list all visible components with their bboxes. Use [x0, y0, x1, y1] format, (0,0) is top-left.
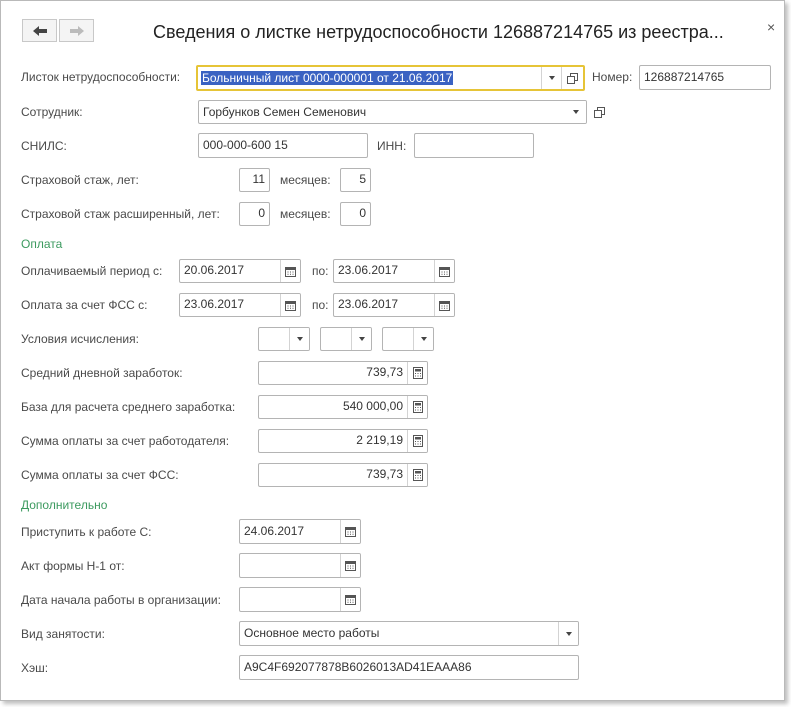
calculator-icon[interactable] [407, 362, 427, 384]
employee-value: Горбунков Семен Семенович [203, 105, 367, 119]
number-field[interactable]: 126887214765 [639, 65, 771, 90]
back-button[interactable] [22, 19, 57, 42]
period-to-value: 23.06.2017 [338, 263, 399, 277]
forward-button[interactable] [59, 19, 94, 42]
additional-section-title: Дополнительно [21, 498, 108, 512]
return-label: Приступить к работе С: [21, 525, 152, 539]
insurance-months-label: месяцев: [280, 173, 331, 187]
ext-insurance-months-label: месяцев: [280, 207, 331, 221]
chevron-down-icon[interactable] [413, 328, 433, 350]
act-date-field[interactable]: . . [239, 553, 361, 578]
hash-label: Хэш: [21, 661, 49, 675]
calendar-icon[interactable] [340, 588, 360, 611]
conditions-label: Условия исчисления: [21, 332, 139, 346]
calendar-icon[interactable] [280, 294, 300, 316]
arrow-left-icon [32, 25, 47, 36]
return-date-field[interactable]: 24.06.2017 [239, 519, 361, 544]
sick-leave-field[interactable]: Больничный лист 0000-000001 от 21.06.201… [196, 65, 585, 91]
period-from-value: 20.06.2017 [184, 263, 245, 277]
insurance-years-field[interactable]: 11 [239, 168, 270, 192]
inn-label: ИНН: [377, 139, 407, 153]
number-label: Номер: [592, 70, 633, 84]
close-icon[interactable]: × [767, 19, 775, 35]
ext-insurance-years-label: Страховой стаж расширенный, лет: [21, 207, 220, 221]
return-date-value: 24.06.2017 [244, 524, 305, 538]
calculator-icon[interactable] [407, 396, 427, 418]
calendar-icon[interactable] [340, 554, 360, 577]
inn-field[interactable] [414, 133, 534, 158]
start-date-field[interactable]: . . [239, 587, 361, 612]
base-field[interactable]: 540 000,00 [258, 395, 428, 419]
hash-field[interactable]: A9C4F692077878B6026013AD41EAAA86 [239, 655, 579, 680]
fss-to-field[interactable]: 23.06.2017 [333, 293, 455, 317]
sick-leave-details-window: Сведения о листке нетрудоспособности 126… [0, 0, 785, 701]
chevron-down-icon[interactable] [558, 622, 578, 645]
ext-insurance-months-field[interactable]: 0 [340, 202, 371, 226]
calendar-icon[interactable] [434, 294, 454, 316]
chevron-down-icon[interactable] [351, 328, 371, 350]
sick-leave-label: Листок нетрудоспособности: [21, 70, 181, 84]
base-value: 540 000,00 [342, 399, 403, 413]
employment-value: Основное место работы [244, 626, 380, 640]
payment-section-title: Оплата [21, 237, 63, 251]
avg-daily-field[interactable]: 739,73 [258, 361, 428, 385]
chevron-down-icon[interactable] [541, 67, 561, 89]
period-to-field[interactable]: 23.06.2017 [333, 259, 455, 283]
period-from-field[interactable]: 20.06.2017 [179, 259, 301, 283]
base-label: База для расчета среднего заработка: [21, 400, 236, 414]
arrow-right-icon [69, 25, 84, 36]
calendar-icon[interactable] [340, 520, 360, 543]
window-title: Сведения о листке нетрудоспособности 126… [153, 22, 724, 42]
chevron-down-icon[interactable] [289, 328, 309, 350]
calculator-icon[interactable] [407, 430, 427, 452]
start-label: Дата начала работы в организации: [21, 593, 221, 607]
employer-sum-value: 2 219,19 [356, 433, 403, 447]
period-label: Оплачиваемый период с: [21, 264, 163, 278]
employer-sum-label: Сумма оплаты за счет работодателя: [21, 434, 230, 448]
open-form-icon[interactable] [561, 67, 583, 89]
fss-to-label: по: [312, 298, 329, 312]
fss-to-value: 23.06.2017 [338, 297, 399, 311]
insurance-months-field[interactable]: 5 [340, 168, 371, 192]
act-label: Акт формы Н-1 от: [21, 559, 125, 573]
snils-field[interactable]: 000-000-600 15 [198, 133, 368, 158]
ext-insurance-years-field[interactable]: 0 [239, 202, 270, 226]
condition-select-2[interactable] [320, 327, 372, 351]
insurance-years-label: Страховой стаж, лет: [21, 173, 139, 187]
condition-select-1[interactable] [258, 327, 310, 351]
condition-select-3[interactable] [382, 327, 434, 351]
fss-sum-field[interactable]: 739,73 [258, 463, 428, 487]
period-to-label: по: [312, 264, 329, 278]
calculator-icon[interactable] [407, 464, 427, 486]
fss-sum-value: 739,73 [366, 467, 403, 481]
avg-daily-label: Средний дневной заработок: [21, 366, 183, 380]
employment-select[interactable]: Основное место работы [239, 621, 579, 646]
calendar-icon[interactable] [280, 260, 300, 282]
calendar-icon[interactable] [434, 260, 454, 282]
fss-label: Оплата за счет ФСС с: [21, 298, 148, 312]
open-form-icon[interactable] [590, 103, 608, 121]
fss-from-value: 23.06.2017 [184, 297, 245, 311]
sick-leave-value: Больничный лист 0000-000001 от 21.06.201… [201, 71, 454, 85]
snils-label: СНИЛС: [21, 139, 67, 153]
employee-label: Сотрудник: [21, 105, 83, 119]
employment-label: Вид занятости: [21, 627, 105, 641]
avg-daily-value: 739,73 [366, 365, 403, 379]
employee-field[interactable]: Горбунков Семен Семенович [198, 100, 587, 124]
chevron-down-icon[interactable] [566, 101, 586, 123]
employer-sum-field[interactable]: 2 219,19 [258, 429, 428, 453]
fss-from-field[interactable]: 23.06.2017 [179, 293, 301, 317]
fss-sum-label: Сумма оплаты за счет ФСС: [21, 468, 179, 482]
